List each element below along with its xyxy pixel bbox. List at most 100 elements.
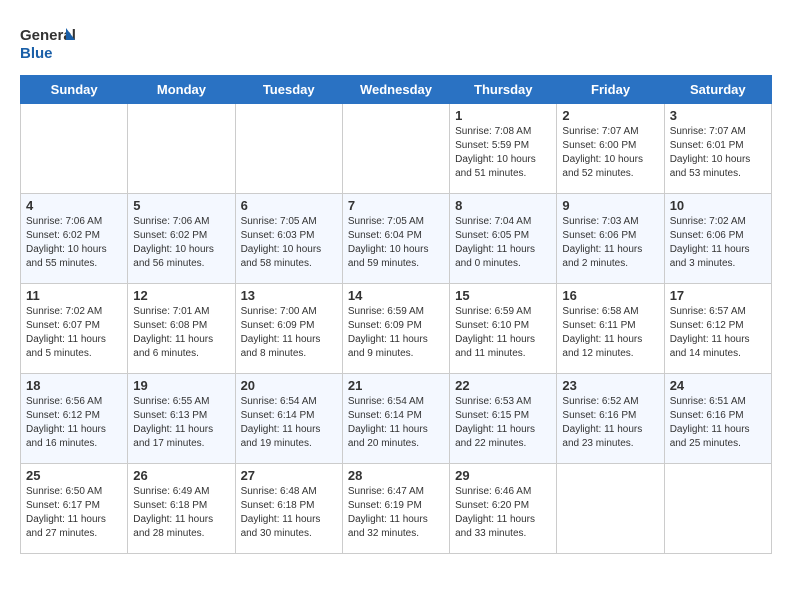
day-info: Sunrise: 7:05 AM Sunset: 6:04 PM Dayligh… [348,215,444,271]
day-info: Sunrise: 6:48 AM Sunset: 6:18 PM Dayligh… [241,485,337,541]
day-info: Sunrise: 7:08 AM Sunset: 5:59 PM Dayligh… [455,125,551,181]
calendar-cell: 14Sunrise: 6:59 AM Sunset: 6:09 PM Dayli… [342,284,449,374]
day-info: Sunrise: 6:46 AM Sunset: 6:20 PM Dayligh… [455,485,551,541]
day-info: Sunrise: 6:49 AM Sunset: 6:18 PM Dayligh… [133,485,229,541]
day-number: 22 [455,378,551,393]
header-tuesday: Tuesday [235,76,342,104]
calendar-cell: 3Sunrise: 7:07 AM Sunset: 6:01 PM Daylig… [664,104,771,194]
day-number: 8 [455,198,551,213]
day-info: Sunrise: 6:53 AM Sunset: 6:15 PM Dayligh… [455,395,551,451]
day-number: 5 [133,198,229,213]
calendar-cell: 13 Sunrise: 7:00 AM Sunset: 6:09 PM Dayli… [235,284,342,374]
header-friday: Friday [557,76,664,104]
calendar-cell: 2 Sunrise: 7:07 AM Sunset: 6:00 PM Daylig… [557,104,664,194]
calendar-cell: 27 Sunrise: 6:48 AM Sunset: 6:18 PM Dayli… [235,464,342,554]
day-number: 17 [670,288,766,303]
calendar-cell: 10Sunrise: 7:02 AM Sunset: 6:06 PM Dayli… [664,194,771,284]
day-number: 12 [133,288,229,303]
day-number: 29 [455,468,551,483]
calendar-cell [235,104,342,194]
header-sunday: Sunday [21,76,128,104]
day-info: Sunrise: 7:07 AM Sunset: 6:00 PM Dayligh… [562,125,658,181]
calendar-cell: 11 Sunrise: 7:02 AM Sunset: 6:07 PM Dayli… [21,284,128,374]
day-info: Sunrise: 6:57 AM Sunset: 6:12 PM Dayligh… [670,305,766,361]
header: GeneralBlue [20,20,772,65]
day-number: 25 [26,468,122,483]
calendar-week-row: 11 Sunrise: 7:02 AM Sunset: 6:07 PM Dayli… [21,284,772,374]
day-number: 27 [241,468,337,483]
day-number: 18 [26,378,122,393]
calendar-week-row: 4Sunrise: 7:06 AM Sunset: 6:02 PM Daylig… [21,194,772,284]
day-info: Sunrise: 6:56 AM Sunset: 6:12 PM Dayligh… [26,395,122,451]
calendar-cell [664,464,771,554]
calendar-cell: 6 Sunrise: 7:05 AM Sunset: 6:03 PM Daylig… [235,194,342,284]
calendar-cell: 26 Sunrise: 6:49 AM Sunset: 6:18 PM Dayli… [128,464,235,554]
calendar-cell: 1 Sunrise: 7:08 AM Sunset: 5:59 PM Daylig… [450,104,557,194]
calendar-cell: 28 Sunrise: 6:47 AM Sunset: 6:19 PM Dayli… [342,464,449,554]
day-number: 28 [348,468,444,483]
day-number: 21 [348,378,444,393]
day-number: 13 [241,288,337,303]
day-number: 7 [348,198,444,213]
svg-text:Blue: Blue [20,45,53,62]
day-info: Sunrise: 6:51 AM Sunset: 6:16 PM Dayligh… [670,395,766,451]
calendar-cell [21,104,128,194]
calendar-cell: 7 Sunrise: 7:05 AM Sunset: 6:04 PM Daylig… [342,194,449,284]
calendar-week-row: 25Sunrise: 6:50 AM Sunset: 6:17 PM Dayli… [21,464,772,554]
logo-svg: GeneralBlue [20,20,75,65]
day-info: Sunrise: 7:00 AM Sunset: 6:09 PM Dayligh… [241,305,337,361]
day-info: Sunrise: 7:05 AM Sunset: 6:03 PM Dayligh… [241,215,337,271]
day-number: 16 [562,288,658,303]
day-number: 10 [670,198,766,213]
day-number: 6 [241,198,337,213]
day-number: 26 [133,468,229,483]
calendar-cell: 18 Sunrise: 6:56 AM Sunset: 6:12 PM Dayli… [21,374,128,464]
day-info: Sunrise: 6:47 AM Sunset: 6:19 PM Dayligh… [348,485,444,541]
day-info: Sunrise: 6:54 AM Sunset: 6:14 PM Dayligh… [241,395,337,451]
day-info: Sunrise: 7:02 AM Sunset: 6:07 PM Dayligh… [26,305,122,361]
calendar-cell: 20 Sunrise: 6:54 AM Sunset: 6:14 PM Dayli… [235,374,342,464]
day-number: 14 [348,288,444,303]
day-number: 23 [562,378,658,393]
header-saturday: Saturday [664,76,771,104]
day-info: Sunrise: 6:54 AM Sunset: 6:14 PM Dayligh… [348,395,444,451]
calendar-cell [128,104,235,194]
calendar-cell: 29 Sunrise: 6:46 AM Sunset: 6:20 PM Dayli… [450,464,557,554]
day-info: Sunrise: 7:07 AM Sunset: 6:01 PM Dayligh… [670,125,766,181]
day-info: Sunrise: 6:59 AM Sunset: 6:10 PM Dayligh… [455,305,551,361]
header-monday: Monday [128,76,235,104]
day-number: 24 [670,378,766,393]
day-info: Sunrise: 6:52 AM Sunset: 6:16 PM Dayligh… [562,395,658,451]
calendar-cell: 23 Sunrise: 6:52 AM Sunset: 6:16 PM Dayli… [557,374,664,464]
day-info: Sunrise: 6:58 AM Sunset: 6:11 PM Dayligh… [562,305,658,361]
day-info: Sunrise: 6:55 AM Sunset: 6:13 PM Dayligh… [133,395,229,451]
calendar-header-row: SundayMondayTuesdayWednesdayThursdayFrid… [21,76,772,104]
calendar-cell [342,104,449,194]
day-number: 15 [455,288,551,303]
day-info: Sunrise: 7:04 AM Sunset: 6:05 PM Dayligh… [455,215,551,271]
header-wednesday: Wednesday [342,76,449,104]
day-number: 20 [241,378,337,393]
day-number: 4 [26,198,122,213]
calendar-cell: 19Sunrise: 6:55 AM Sunset: 6:13 PM Dayli… [128,374,235,464]
day-number: 2 [562,108,658,123]
calendar-cell: 22 Sunrise: 6:53 AM Sunset: 6:15 PM Dayli… [450,374,557,464]
calendar-cell: 24 Sunrise: 6:51 AM Sunset: 6:16 PM Dayli… [664,374,771,464]
day-number: 1 [455,108,551,123]
calendar-cell: 5Sunrise: 7:06 AM Sunset: 6:02 PM Daylig… [128,194,235,284]
calendar-week-row: 1 Sunrise: 7:08 AM Sunset: 5:59 PM Daylig… [21,104,772,194]
calendar-cell: 12 Sunrise: 7:01 AM Sunset: 6:08 PM Dayli… [128,284,235,374]
day-info: Sunrise: 7:03 AM Sunset: 6:06 PM Dayligh… [562,215,658,271]
calendar-table: SundayMondayTuesdayWednesdayThursdayFrid… [20,75,772,554]
calendar-week-row: 18 Sunrise: 6:56 AM Sunset: 6:12 PM Dayli… [21,374,772,464]
calendar-cell: 9 Sunrise: 7:03 AM Sunset: 6:06 PM Daylig… [557,194,664,284]
calendar-cell: 17 Sunrise: 6:57 AM Sunset: 6:12 PM Dayli… [664,284,771,374]
day-number: 11 [26,288,122,303]
calendar-cell [557,464,664,554]
day-info: Sunrise: 7:01 AM Sunset: 6:08 PM Dayligh… [133,305,229,361]
header-thursday: Thursday [450,76,557,104]
calendar-cell: 21 Sunrise: 6:54 AM Sunset: 6:14 PM Dayli… [342,374,449,464]
calendar-cell: 8 Sunrise: 7:04 AM Sunset: 6:05 PM Daylig… [450,194,557,284]
calendar-cell: 25Sunrise: 6:50 AM Sunset: 6:17 PM Dayli… [21,464,128,554]
day-number: 9 [562,198,658,213]
